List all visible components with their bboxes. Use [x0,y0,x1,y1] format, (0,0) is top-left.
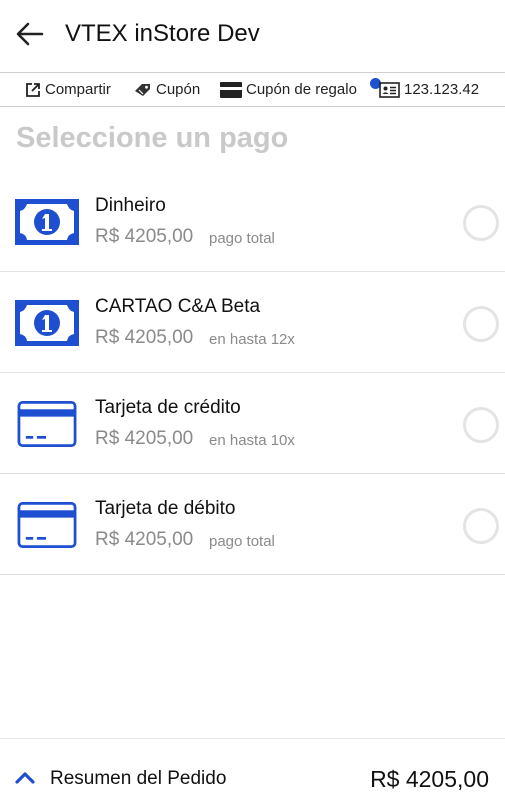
gift-coupon-button[interactable]: Cupón de regalo [220,73,357,106]
credit-card-icon [17,502,77,548]
app-header: VTEX inStore Dev [0,0,505,72]
tag-icon [135,83,150,96]
order-summary-bar[interactable]: Resumen del Pedido R$ 4205,00 [0,738,505,806]
gift-coupon-label: Cupón de regalo [246,81,357,98]
section-title: Seleccione un pago [16,122,289,154]
payment-list: Dinheiro R$ 4205,00 pago total CARTAO C&… [0,171,505,575]
order-summary-label: Resumen del Pedido [50,768,227,789]
payment-note: en hasta 10x [209,432,295,449]
payment-radio[interactable] [463,205,499,241]
customer-button[interactable]: 123.123.42 [379,73,479,106]
share-icon [26,82,40,97]
back-button[interactable] [14,20,46,48]
payment-note: pago total [209,533,275,550]
arrow-left-icon [16,22,44,46]
payment-amount: R$ 4205,00 [95,428,194,449]
share-button[interactable]: Compartir [25,73,111,106]
payment-option[interactable]: Tarjeta de crédito R$ 4205,00 en hasta 1… [0,373,505,474]
payment-option[interactable]: Dinheiro R$ 4205,00 pago total [0,171,505,272]
payment-radio[interactable] [463,306,499,342]
payment-name: CARTAO C&A Beta [95,296,261,317]
payment-name: Tarjeta de crédito [95,397,241,418]
payment-name: Tarjeta de débito [95,498,236,519]
payment-amount: R$ 4205,00 [95,327,194,348]
payment-note: en hasta 12x [209,331,295,348]
chevron-up-icon [15,772,35,784]
payment-radio[interactable] [463,407,499,443]
gift-card-icon [220,81,242,98]
id-card-icon [379,81,400,98]
credit-card-icon [17,401,77,447]
page-title: VTEX inStore Dev [65,20,260,47]
payment-amount: R$ 4205,00 [95,529,194,550]
payment-radio[interactable] [463,508,499,544]
cash-icon [15,300,79,346]
payment-name: Dinheiro [95,195,166,216]
order-total: R$ 4205,00 [370,766,489,792]
share-label: Compartir [45,81,111,98]
payment-note: pago total [209,230,275,247]
coupon-label: Cupón [156,81,201,98]
payment-option[interactable]: CARTAO C&A Beta R$ 4205,00 en hasta 12x [0,272,505,373]
coupon-button[interactable]: Cupón [133,73,200,106]
customer-id: 123.123.42 [404,81,480,98]
payment-amount: R$ 4205,00 [95,226,194,247]
action-toolbar: Compartir Cupón Cupón de regalo 123.123.… [0,72,505,107]
payment-option[interactable]: Tarjeta de débito R$ 4205,00 pago total [0,474,505,575]
cash-icon [15,199,79,245]
